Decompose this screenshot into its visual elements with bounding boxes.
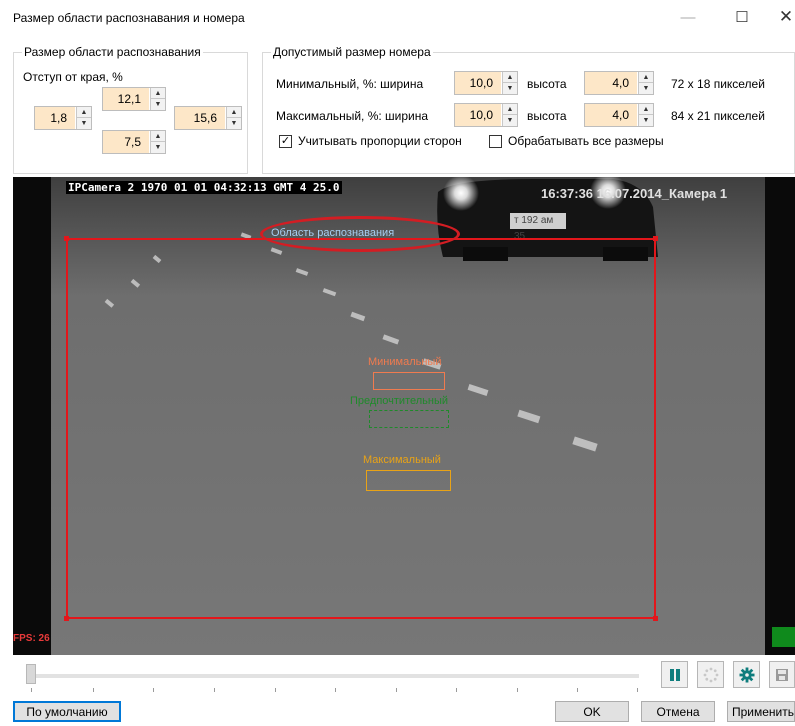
checkbox-empty-icon[interactable] [489,134,502,148]
title-bar: Размер области распознавания и номера — … [0,0,795,36]
slider-tick [335,688,336,692]
preferred-size-caption: Предпочтительный [350,395,449,407]
region-label: Область распознавания [271,227,395,239]
maximize-button[interactable]: ☐ [727,4,757,30]
max-height-spinner[interactable]: 4,0 ▲ ▼ [584,103,654,127]
recognition-region-frame[interactable] [64,236,658,621]
slider-tick [396,688,397,692]
status-indicator [772,627,795,647]
offset-top-value[interactable]: 12,1 [103,88,149,110]
offset-left-spinner[interactable]: 1,8 ▲ ▼ [34,106,92,130]
max-size-box [366,470,451,491]
osd-camera-info: IPCamera 2 1970 01 01 04:32:13 GMT 4 25.… [66,181,342,194]
recognition-area-group: Размер области распознавания Отступ от к… [13,45,248,174]
preferred-size-box [369,410,449,428]
spin-up-icon[interactable]: ▲ [151,88,165,99]
all-sizes-checkbox[interactable]: Обрабатывать все размеры [489,134,664,148]
slider-tick [456,688,457,692]
spin-up-icon[interactable]: ▲ [227,107,241,118]
max-height-label: высота [527,109,567,123]
spin-down-icon[interactable]: ▼ [151,99,165,110]
settings-button[interactable] [733,661,760,688]
max-width-value[interactable]: 10,0 [455,104,501,126]
loading-icon [703,667,718,682]
offset-bottom-value[interactable]: 7,5 [103,131,149,153]
min-size-box [373,372,445,390]
offset-bottom-spinner[interactable]: 7,5 ▲ ▼ [102,130,166,154]
min-size-label: Минимальный, %: ширина [276,77,424,91]
license-plate: т 192 ам 35 [510,213,566,242]
save-icon [776,668,788,681]
min-height-value[interactable]: 4,0 [585,72,637,94]
pause-button[interactable] [661,661,688,688]
ok-button[interactable]: OK [555,701,629,722]
pause-icon [669,668,680,681]
loading-button[interactable] [697,661,724,688]
min-size-caption: Минимальный [368,356,442,368]
region-handle-top-right[interactable] [653,236,658,241]
spin-down-icon[interactable]: ▼ [639,115,653,126]
spin-down-icon[interactable]: ▼ [227,118,241,129]
keep-aspect-label: Учитывать пропорции сторон [298,134,462,148]
min-height-spinner[interactable]: 4,0 ▲ ▼ [584,71,654,95]
spin-up-icon[interactable]: ▲ [77,107,91,118]
close-button[interactable]: ✕ [771,4,795,30]
max-size-caption: Максимальный [363,454,441,466]
spin-down-icon[interactable]: ▼ [503,115,517,126]
window-title: Размер области распознавания и номера [13,11,245,25]
spin-down-icon[interactable]: ▼ [151,142,165,153]
spin-down-icon[interactable]: ▼ [639,83,653,94]
cancel-button[interactable]: Отмена [641,701,715,722]
slider-tick [637,688,638,692]
region-handle-bottom-right[interactable] [653,616,658,621]
slider-tick [153,688,154,692]
offset-label: Отступ от края, % [23,70,123,84]
spin-up-icon[interactable]: ▲ [503,104,517,115]
region-handle-bottom-left[interactable] [64,616,69,621]
max-height-value[interactable]: 4,0 [585,104,637,126]
slider-tick [214,688,215,692]
apply-button[interactable]: Применить [727,701,795,722]
slider-tick [31,688,32,692]
max-width-spinner[interactable]: 10,0 ▲ ▼ [454,103,518,127]
slider-tick [275,688,276,692]
min-width-spinner[interactable]: 10,0 ▲ ▼ [454,71,518,95]
playback-thumb[interactable] [26,664,36,684]
keep-aspect-checkbox[interactable]: ✓ Учитывать пропорции сторон [279,134,462,148]
playback-track[interactable] [31,674,639,678]
offset-left-value[interactable]: 1,8 [35,107,75,129]
video-preview[interactable]: IPCamera 2 1970 01 01 04:32:13 GMT 4 25.… [13,177,795,655]
defaults-button[interactable]: По умолчанию [13,701,121,722]
slider-tick [93,688,94,692]
min-pixels-label: 72 x 18 пикселей [671,77,765,91]
osd-timestamp: 16:37:36 16.07.2014_Камера 1 [541,186,728,201]
spin-down-icon[interactable]: ▼ [77,118,91,129]
save-button[interactable] [769,661,795,688]
recognition-area-legend: Размер области распознавания [22,45,203,59]
slider-tick [577,688,578,692]
gear-icon [739,667,754,682]
plate-size-group: Допустимый размер номера Минимальный, %:… [262,45,795,174]
spin-up-icon[interactable]: ▲ [503,72,517,83]
fps-counter: FPS: 26 [13,633,50,644]
offset-right-spinner[interactable]: 15,6 ▲ ▼ [174,106,242,130]
min-height-label: высота [527,77,567,91]
plate-size-legend: Допустимый размер номера [271,45,433,59]
spin-up-icon[interactable]: ▲ [639,72,653,83]
region-handle-top-left[interactable] [64,236,69,241]
checkbox-checked-icon[interactable]: ✓ [279,134,292,148]
spin-up-icon[interactable]: ▲ [639,104,653,115]
max-size-label: Максимальный, %: ширина [276,109,429,123]
min-width-value[interactable]: 10,0 [455,72,501,94]
all-sizes-label: Обрабатывать все размеры [508,134,664,148]
spin-up-icon[interactable]: ▲ [151,131,165,142]
minimize-button[interactable]: — [673,4,703,30]
slider-tick [517,688,518,692]
offset-right-value[interactable]: 15,6 [175,107,225,129]
offset-top-spinner[interactable]: 12,1 ▲ ▼ [102,87,166,111]
max-pixels-label: 84 x 21 пикселей [671,109,765,123]
spin-down-icon[interactable]: ▼ [503,83,517,94]
